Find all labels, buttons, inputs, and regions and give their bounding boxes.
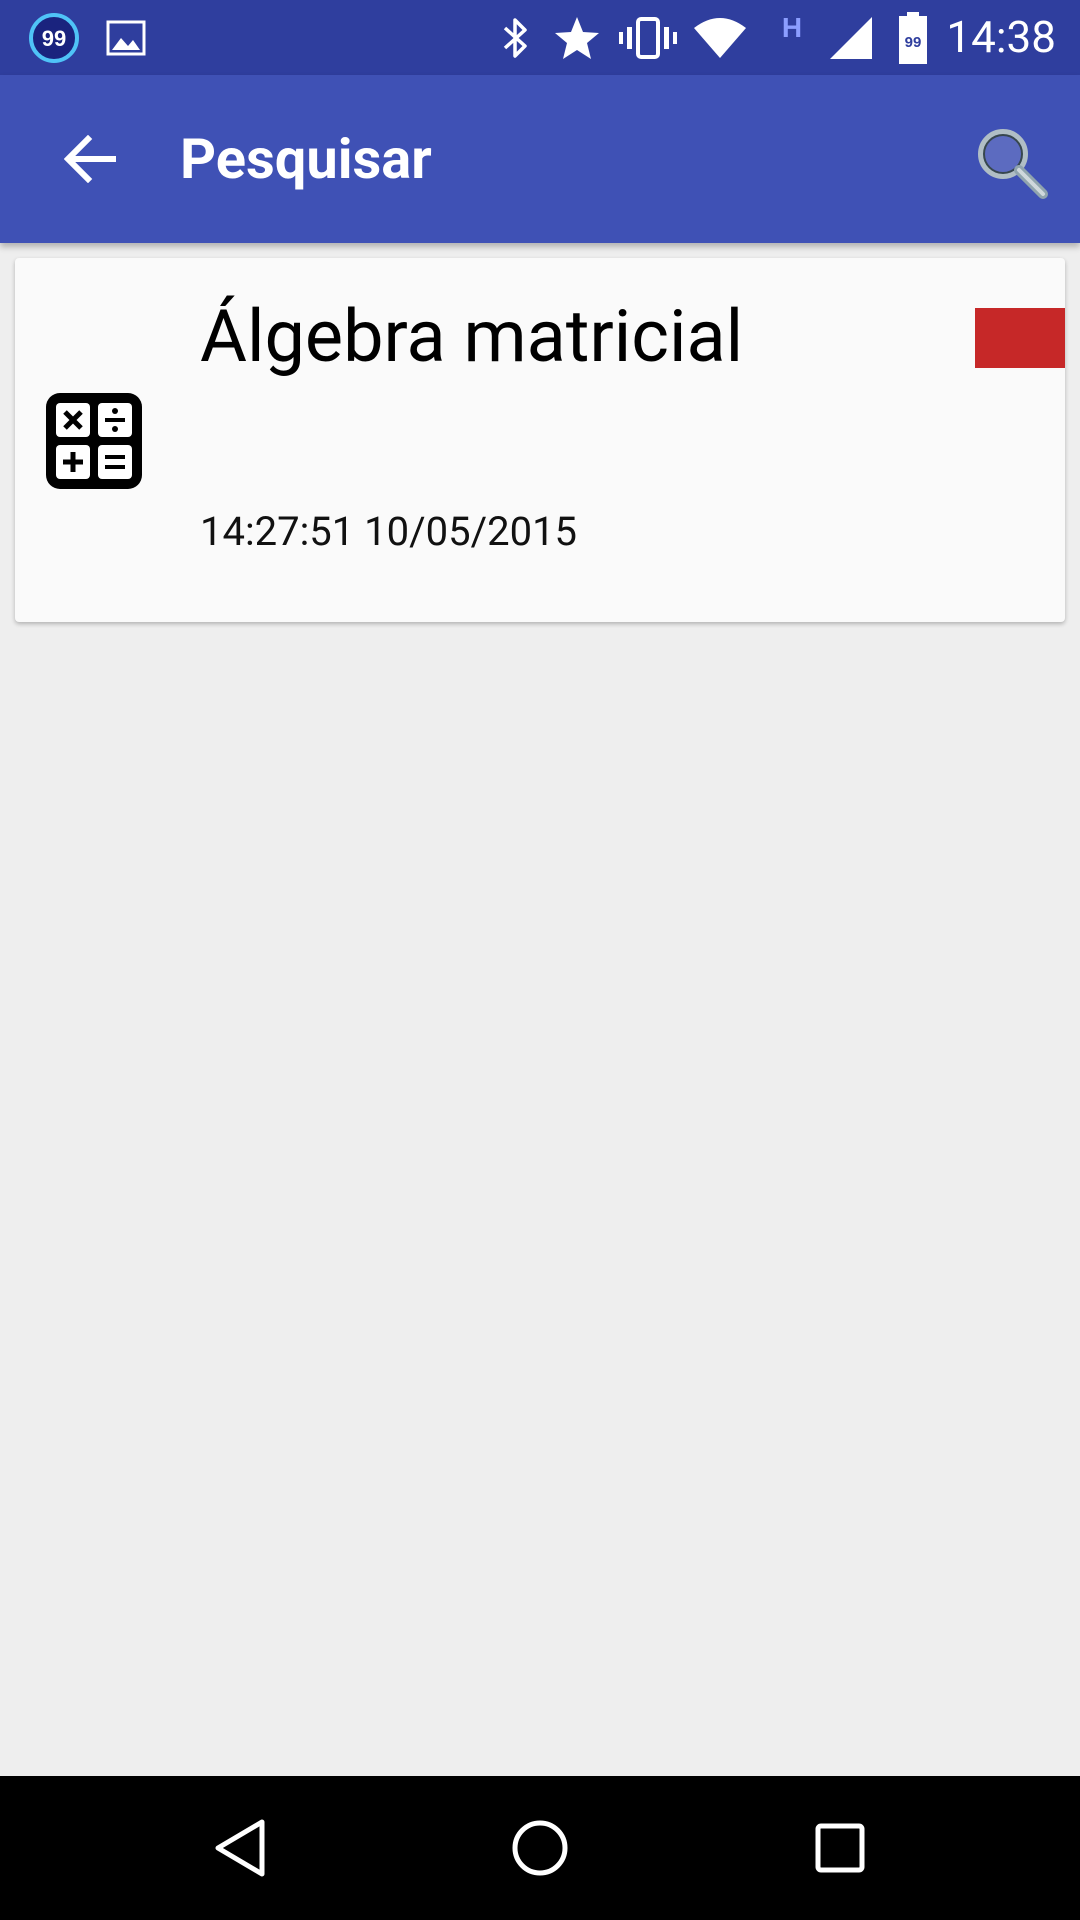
svg-text:99: 99 [905, 34, 922, 51]
arrow-back-icon[interactable] [48, 117, 132, 201]
status-time: 14:38 [946, 11, 1056, 63]
star-icon [550, 0, 604, 75]
vibrate-icon [618, 0, 678, 75]
status-bar: 99 H 99 14:38 [0, 0, 1080, 75]
calculator-icon [44, 391, 144, 491]
search-icon[interactable] [966, 117, 1056, 207]
nav-home-icon[interactable] [468, 1776, 612, 1920]
battery-icon: 99 [896, 0, 930, 75]
wifi-icon [690, 0, 750, 75]
color-tag [975, 308, 1065, 368]
page-title: Pesquisar [180, 126, 432, 192]
app-bar: Pesquisar [0, 75, 1080, 243]
network-type-icon: H [781, 11, 803, 43]
result-card[interactable]: Álgebra matricial 14:27:51 10/05/2015 [15, 258, 1065, 622]
result-title: Álgebra matricial [200, 294, 744, 379]
nav-recents-icon[interactable] [768, 1776, 912, 1920]
bluetooth-icon [496, 0, 536, 75]
badge-99-icon: 99 [26, 0, 82, 75]
image-icon [104, 0, 148, 75]
nav-back-icon[interactable] [168, 1776, 312, 1920]
result-timestamp: 14:27:51 10/05/2015 [200, 508, 578, 555]
svg-text:99: 99 [42, 26, 66, 51]
navigation-bar [0, 1776, 1080, 1920]
signal-icon [826, 0, 876, 75]
